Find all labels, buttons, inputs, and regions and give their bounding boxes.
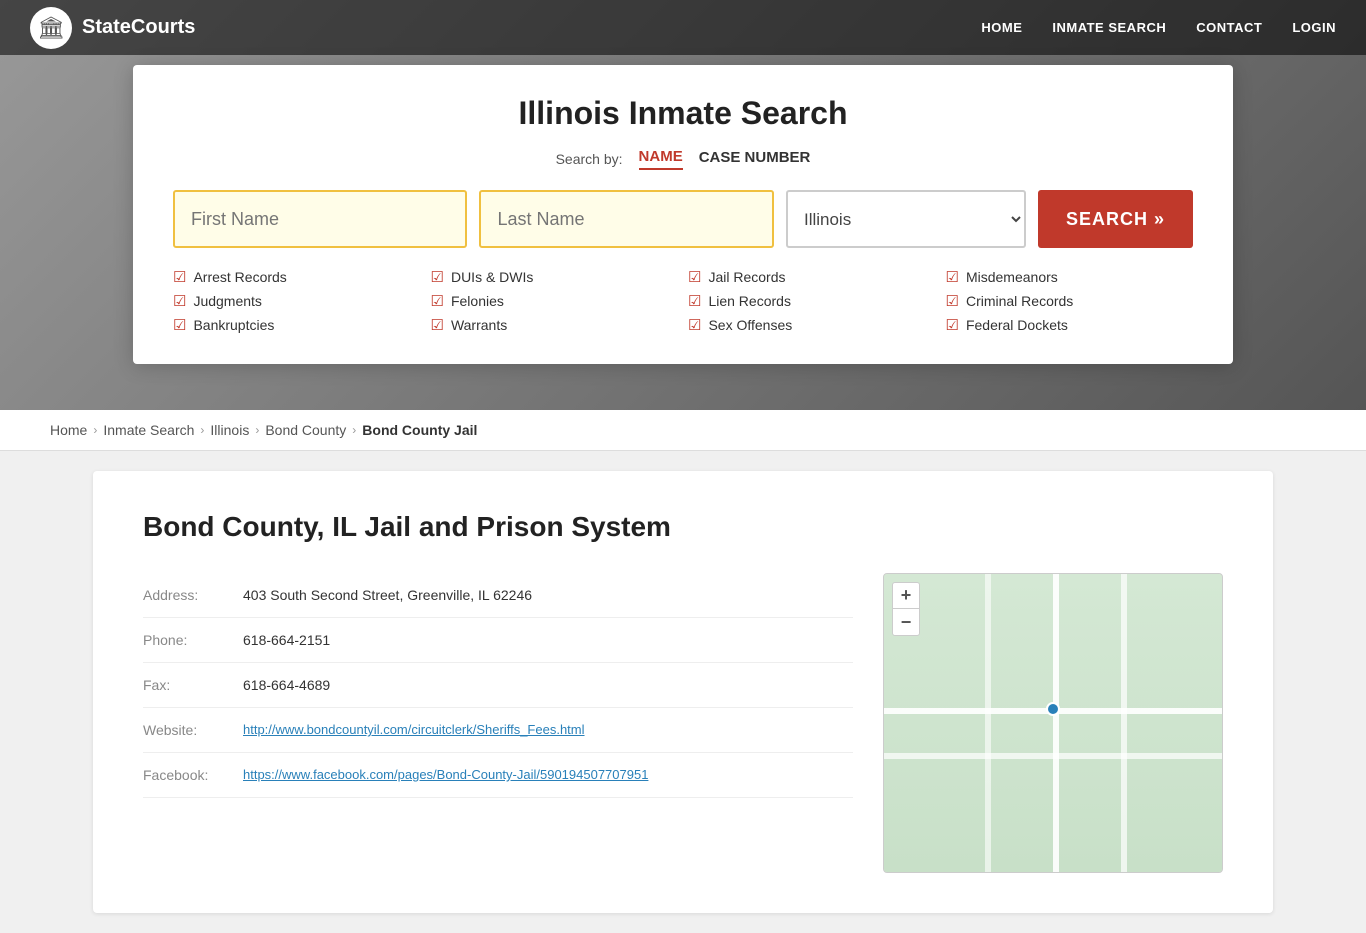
info-value-facebook[interactable]: https://www.facebook.com/pages/Bond-Coun…	[243, 767, 648, 782]
checkbox-warrants: ☑ Warrants	[431, 316, 679, 334]
search-by-row: Search by: NAME CASE NUMBER	[173, 148, 1193, 170]
breadcrumb-inmate-search[interactable]: Inmate Search	[103, 422, 194, 438]
checkbox-label: Warrants	[451, 317, 507, 333]
map-placeholder: + −	[884, 574, 1222, 872]
search-by-label: Search by:	[556, 151, 623, 167]
checkbox-misdemeanors: ☑ Misdemeanors	[946, 268, 1194, 286]
tab-case-number[interactable]: CASE NUMBER	[699, 149, 811, 169]
info-row-address: Address: 403 South Second Street, Greenv…	[143, 573, 853, 618]
nav-login[interactable]: LOGIN	[1292, 20, 1336, 35]
checkbox-label: Criminal Records	[966, 293, 1073, 309]
header: COURTHOUSE 🏛 StateCourts HOME INMATE SEA…	[0, 0, 1366, 410]
breadcrumb-current: Bond County Jail	[362, 422, 477, 438]
checkbox-label: Misdemeanors	[966, 269, 1058, 285]
checkbox-label: Felonies	[451, 293, 504, 309]
checkbox-jail-records: ☑ Jail Records	[688, 268, 936, 286]
tab-name[interactable]: NAME	[639, 148, 683, 170]
info-row-facebook: Facebook: https://www.facebook.com/pages…	[143, 753, 853, 798]
breadcrumb-illinois[interactable]: Illinois	[210, 422, 249, 438]
check-icon: ☑	[946, 316, 959, 334]
breadcrumb-home[interactable]: Home	[50, 422, 87, 438]
map-zoom-in[interactable]: +	[893, 583, 919, 609]
checkbox-felonies: ☑ Felonies	[431, 292, 679, 310]
checkbox-sex-offenses: ☑ Sex Offenses	[688, 316, 936, 334]
facility-title: Bond County, IL Jail and Prison System	[143, 511, 1223, 543]
search-card-title: Illinois Inmate Search	[173, 95, 1193, 132]
breadcrumb-sep: ›	[93, 423, 97, 437]
state-select[interactable]: Illinois Alabama Alaska Arizona Arkansas…	[786, 190, 1026, 248]
checkbox-label: Arrest Records	[193, 269, 286, 285]
info-value-address: 403 South Second Street, Greenville, IL …	[243, 587, 532, 603]
map-area: + −	[883, 573, 1223, 873]
check-icon: ☑	[946, 268, 959, 286]
breadcrumb-sep: ›	[352, 423, 356, 437]
last-name-input[interactable]	[479, 190, 773, 248]
info-value-website[interactable]: http://www.bondcountyil.com/circuitclerk…	[243, 722, 585, 737]
checkbox-label: Lien Records	[708, 293, 791, 309]
breadcrumb: Home › Inmate Search › Illinois › Bond C…	[0, 410, 1366, 451]
info-value-fax: 618-664-4689	[243, 677, 330, 693]
breadcrumb-bond-county[interactable]: Bond County	[265, 422, 346, 438]
checkbox-label: Jail Records	[708, 269, 785, 285]
checkbox-lien-records: ☑ Lien Records	[688, 292, 936, 310]
search-button[interactable]: SEARCH »	[1038, 190, 1193, 248]
check-icon: ☑	[431, 268, 444, 286]
checkbox-criminal-records: ☑ Criminal Records	[946, 292, 1194, 310]
info-label-fax: Fax:	[143, 677, 233, 693]
info-section: Address: 403 South Second Street, Greenv…	[143, 573, 853, 873]
info-label-phone: Phone:	[143, 632, 233, 648]
nav-inmate-search[interactable]: INMATE SEARCH	[1052, 20, 1166, 35]
breadcrumb-sep: ›	[255, 423, 259, 437]
check-icon: ☑	[688, 292, 701, 310]
search-card: Illinois Inmate Search Search by: NAME C…	[133, 65, 1233, 364]
info-value-phone: 618-664-2151	[243, 632, 330, 648]
checkbox-bankruptcies: ☑ Bankruptcies	[173, 316, 421, 334]
checkbox-label: Bankruptcies	[193, 317, 274, 333]
check-icon: ☑	[431, 316, 444, 334]
check-icon: ☑	[173, 268, 186, 286]
check-icon: ☑	[173, 316, 186, 334]
checkbox-judgments: ☑ Judgments	[173, 292, 421, 310]
content-layout: Address: 403 South Second Street, Greenv…	[143, 573, 1223, 873]
check-icon: ☑	[946, 292, 959, 310]
nav-bar: 🏛 StateCourts HOME INMATE SEARCH CONTACT…	[0, 0, 1366, 55]
map-road	[1121, 574, 1127, 872]
info-row-fax: Fax: 618-664-4689	[143, 663, 853, 708]
map-controls: + −	[892, 582, 920, 636]
logo-icon: 🏛	[30, 7, 72, 49]
checkbox-duis-dwis: ☑ DUIs & DWIs	[431, 268, 679, 286]
checkboxes-grid: ☑ Arrest Records ☑ DUIs & DWIs ☑ Jail Re…	[173, 268, 1193, 334]
nav-home[interactable]: HOME	[981, 20, 1022, 35]
map-zoom-out[interactable]: −	[893, 609, 919, 635]
logo-text: StateCourts	[82, 16, 195, 39]
map-road	[1053, 574, 1059, 872]
checkbox-label: Judgments	[193, 293, 261, 309]
info-row-phone: Phone: 618-664-2151	[143, 618, 853, 663]
checkbox-label: Federal Dockets	[966, 317, 1068, 333]
map-road	[985, 574, 991, 872]
info-label-address: Address:	[143, 587, 233, 603]
check-icon: ☑	[688, 268, 701, 286]
nav-links: HOME INMATE SEARCH CONTACT LOGIN	[981, 20, 1336, 35]
info-label-website: Website:	[143, 722, 233, 738]
info-label-facebook: Facebook:	[143, 767, 233, 783]
checkbox-federal-dockets: ☑ Federal Dockets	[946, 316, 1194, 334]
first-name-input[interactable]	[173, 190, 467, 248]
search-inputs-row: Illinois Alabama Alaska Arizona Arkansas…	[173, 190, 1193, 248]
check-icon: ☑	[688, 316, 701, 334]
logo[interactable]: 🏛 StateCourts	[30, 7, 195, 49]
check-icon: ☑	[431, 292, 444, 310]
main-content: Bond County, IL Jail and Prison System A…	[93, 471, 1273, 913]
checkbox-label: DUIs & DWIs	[451, 269, 533, 285]
checkbox-arrest-records: ☑ Arrest Records	[173, 268, 421, 286]
checkbox-label: Sex Offenses	[708, 317, 792, 333]
breadcrumb-sep: ›	[200, 423, 204, 437]
nav-contact[interactable]: CONTACT	[1196, 20, 1262, 35]
check-icon: ☑	[173, 292, 186, 310]
info-row-website: Website: http://www.bondcountyil.com/cir…	[143, 708, 853, 753]
